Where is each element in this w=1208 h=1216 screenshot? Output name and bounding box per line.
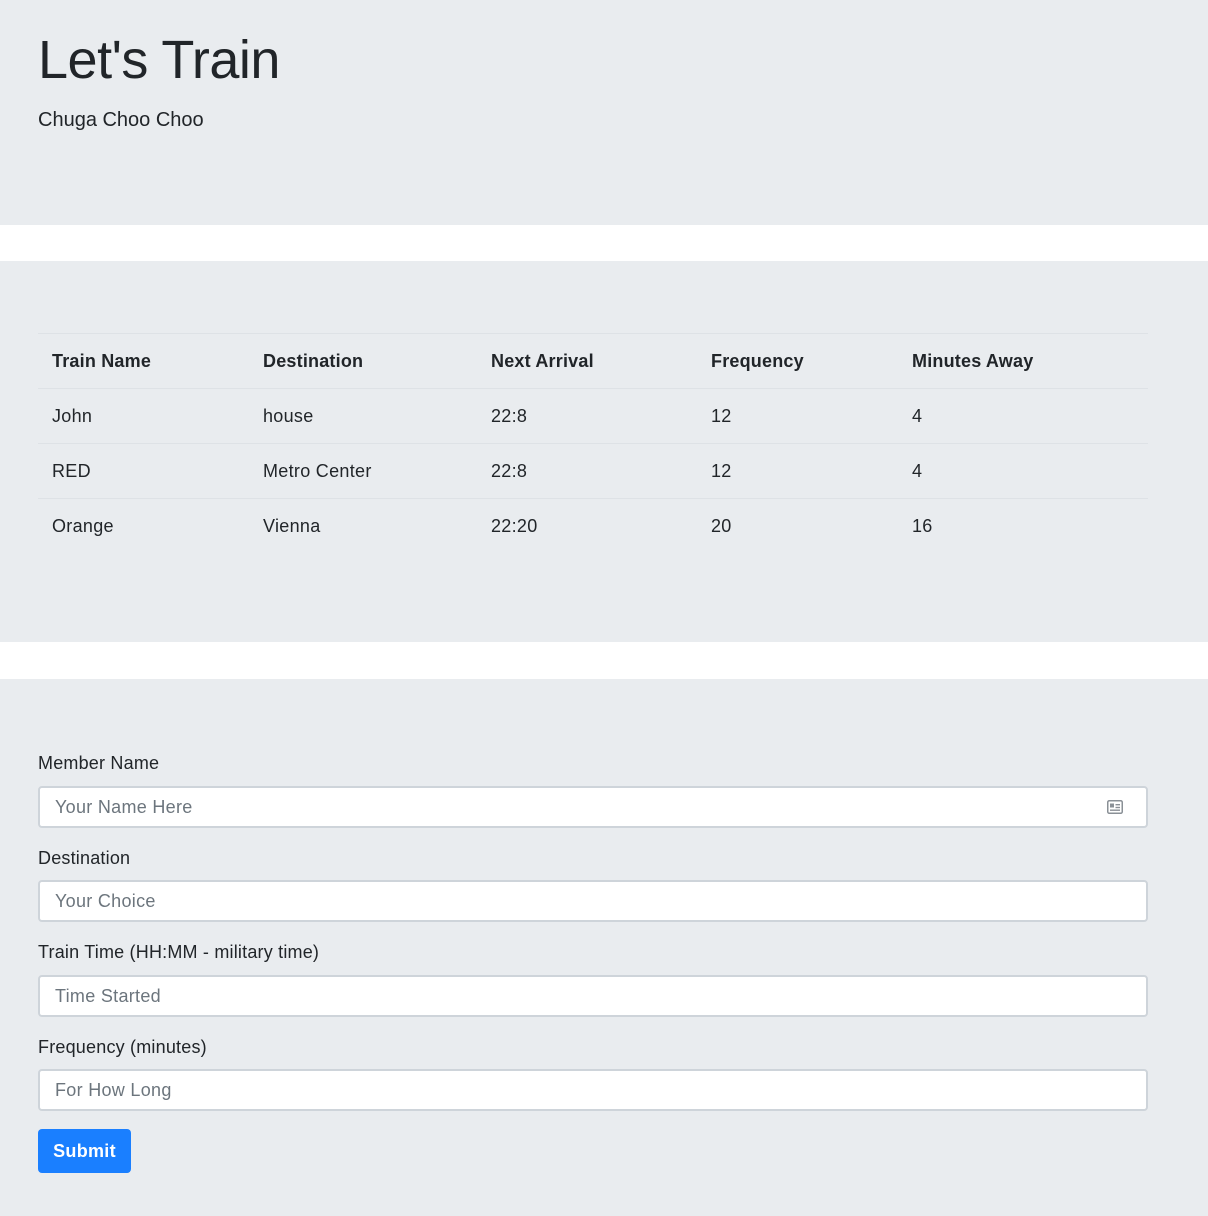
destination-label: Destination: [38, 848, 131, 868]
add-train-form: Member Name Destination Train Time (HH:M…: [0, 679, 1208, 1216]
cell-train-name: John: [38, 388, 249, 444]
cell-frequency: 20: [697, 498, 898, 553]
cell-minutes-away: 16: [898, 498, 1148, 553]
column-header-destination: Destination: [249, 333, 477, 389]
member-name-label: Member Name: [38, 753, 160, 773]
header-jumbotron: Let's Train Chuga Choo Choo: [0, 0, 1208, 225]
cell-next-arrival: 22:20: [477, 498, 697, 553]
cell-minutes-away: 4: [898, 443, 1148, 499]
cell-train-name: Orange: [38, 498, 249, 553]
cell-next-arrival: 22:8: [477, 388, 697, 444]
cell-frequency: 12: [697, 443, 898, 499]
column-header-next-arrival: Next Arrival: [477, 333, 697, 389]
frequency-input[interactable]: [38, 1069, 1148, 1111]
train-time-label: Train Time (HH:MM - military time): [38, 942, 320, 962]
table-row: Orange Vienna 22:20 20 16: [38, 498, 1148, 553]
page-subtitle: Chuga Choo Choo: [38, 109, 204, 131]
cell-train-name: RED: [38, 443, 249, 499]
submit-button[interactable]: Submit: [38, 1129, 131, 1173]
frequency-label: Frequency (minutes): [38, 1037, 207, 1057]
table-row: John house 22:8 12 4: [38, 388, 1148, 444]
cell-frequency: 12: [697, 388, 898, 444]
cell-destination: Metro Center: [249, 443, 477, 499]
table-row: RED Metro Center 22:8 12 4: [38, 443, 1148, 499]
table-header-row: Train Name Destination Next Arrival Freq…: [38, 333, 1148, 389]
train-schedule-table: Train Name Destination Next Arrival Freq…: [38, 333, 1148, 553]
column-header-minutes-away: Minutes Away: [898, 333, 1148, 389]
page-title: Let's Train: [38, 30, 280, 90]
schedule-panel: Train Name Destination Next Arrival Freq…: [0, 261, 1208, 642]
contact-card-icon[interactable]: [1107, 800, 1123, 814]
cell-minutes-away: 4: [898, 388, 1148, 444]
train-time-input[interactable]: [38, 975, 1148, 1017]
destination-input[interactable]: [38, 880, 1148, 922]
column-header-train-name: Train Name: [38, 333, 249, 389]
cell-destination: house: [249, 388, 477, 444]
cell-next-arrival: 22:8: [477, 443, 697, 499]
cell-destination: Vienna: [249, 498, 477, 553]
member-name-input[interactable]: [38, 786, 1148, 828]
column-header-frequency: Frequency: [697, 333, 898, 389]
